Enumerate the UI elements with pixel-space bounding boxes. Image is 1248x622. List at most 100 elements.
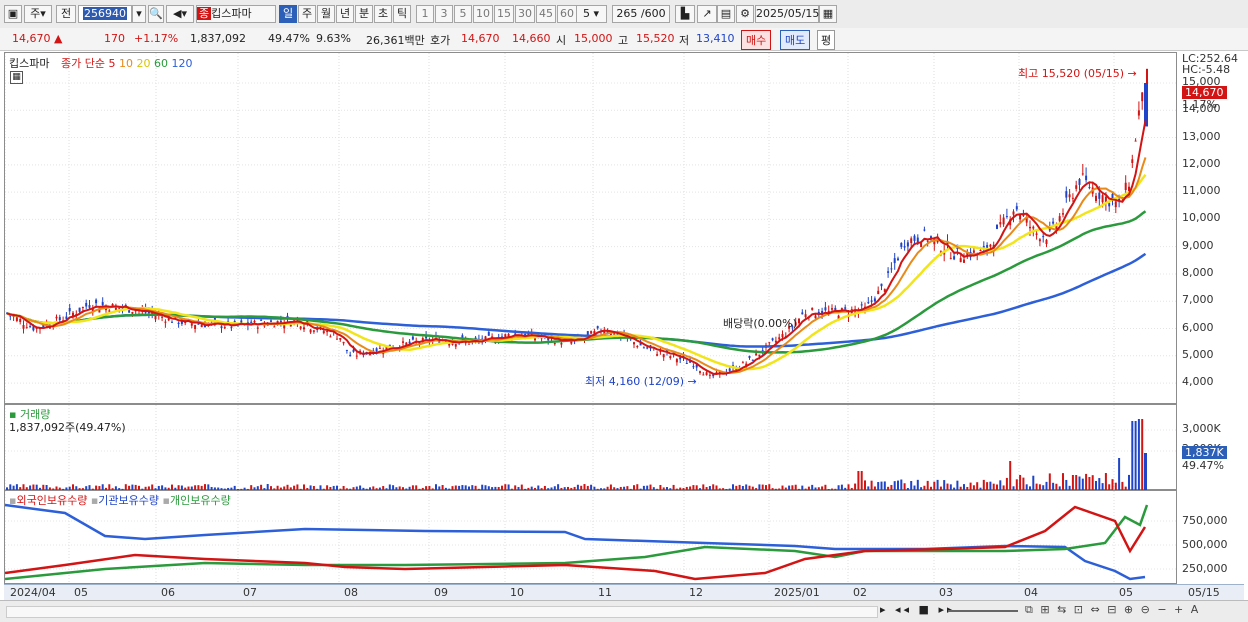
interval-5[interactable]: 5 — [454, 5, 472, 23]
period-3[interactable]: 년 — [336, 5, 354, 23]
interval-45[interactable]: 45 — [536, 5, 556, 23]
candle-body — [1065, 191, 1068, 198]
interval-60[interactable]: 60 — [557, 5, 577, 23]
candle-body — [1068, 194, 1071, 198]
current-volume-pct: 49.47% — [1182, 459, 1224, 472]
chart-type-icon[interactable]: ▙ — [675, 5, 695, 23]
interval-1[interactable]: 1 — [416, 5, 434, 23]
candle-body — [560, 343, 563, 345]
interval-10[interactable]: 10 — [473, 5, 493, 23]
quote-bar: 14,670 ▲ 170 +1.17% 1,837,092 49.47% 9.6… — [0, 28, 1248, 51]
candle-body — [1081, 173, 1084, 175]
candle-body — [164, 321, 167, 323]
chart-tool-icons[interactable]: ⧉ ⊞ ⇆ ⊡ ⇔ ⊟ ⊕ ⊖ − + A — [1025, 603, 1200, 617]
stock-code-input[interactable]: 256940 — [78, 5, 132, 23]
date-field[interactable]: 2025/05/15 — [755, 5, 819, 23]
window-icon[interactable]: ▣ — [4, 5, 22, 23]
count-display[interactable]: 265 /600 — [612, 5, 670, 23]
ma-10: 10 — [118, 57, 133, 70]
volume-panel[interactable]: ▪ 거래량 1,837,092주(49.47%) — [4, 404, 1178, 491]
market-label: 주 — [30, 7, 41, 20]
bid-price: 14,660 — [512, 32, 551, 45]
sound-icon[interactable]: ◀▾ — [166, 5, 194, 23]
volume-bar — [1088, 477, 1091, 491]
candle-body — [804, 314, 807, 318]
candle-body — [728, 368, 731, 371]
interval-30[interactable]: 30 — [515, 5, 535, 23]
holdings-y-axis: 750,000 500,000 250,000 — [1178, 490, 1244, 584]
low-price: 13,410 — [696, 32, 735, 45]
candle-body — [161, 316, 164, 318]
price-tick: 10,000 — [1182, 211, 1221, 225]
candle-body — [910, 238, 913, 243]
zoom-slider[interactable] — [948, 610, 1018, 612]
scroll-track[interactable] — [6, 606, 878, 618]
candle-body — [411, 336, 414, 340]
x-label: 05 — [74, 586, 88, 599]
candle-body — [685, 363, 688, 365]
candle-body — [768, 342, 771, 344]
volume-bar — [1062, 473, 1064, 491]
save-icon[interactable]: ▤ — [717, 5, 735, 23]
price-tick: 9,000 — [1182, 238, 1214, 252]
candle-body — [233, 321, 236, 323]
candle-body — [1095, 195, 1097, 202]
period-5[interactable]: 초 — [374, 5, 392, 23]
table-icon[interactable]: ▦ — [10, 71, 23, 84]
candle-body — [1114, 201, 1117, 208]
candle-body — [926, 240, 929, 242]
period-0[interactable]: 일 — [279, 5, 297, 23]
x-label: 03 — [939, 586, 953, 599]
interval-3[interactable]: 3 — [435, 5, 453, 23]
period-1[interactable]: 주 — [298, 5, 316, 23]
candle-body — [867, 302, 870, 304]
candle-body — [824, 307, 827, 311]
market-select[interactable]: 주▾ — [24, 5, 52, 23]
sell-button[interactable]: 매도 — [780, 30, 811, 50]
legend-foreign: 외국인보유수량 — [16, 494, 88, 507]
period-2[interactable]: 월 — [317, 5, 335, 23]
holding-line — [5, 504, 1149, 581]
candle-body — [963, 259, 965, 263]
candle-body — [1108, 203, 1111, 207]
high-label: 고 — [618, 34, 629, 47]
buy-button[interactable]: 매수 — [741, 30, 772, 50]
stock-code: 256940 — [83, 7, 127, 20]
price-tick: 11,000 — [1182, 184, 1221, 198]
candle-body — [920, 243, 923, 247]
open-label: 시 — [556, 34, 567, 47]
holding-line — [5, 505, 1147, 581]
volume-bar — [1141, 419, 1144, 491]
candle-body — [273, 326, 276, 328]
interval-15[interactable]: 15 — [494, 5, 514, 23]
candle-body — [223, 327, 226, 329]
candle-body — [996, 224, 998, 229]
candle-body — [240, 320, 243, 323]
volume-bar — [1009, 461, 1012, 491]
candle-body — [1045, 239, 1048, 245]
price-panel[interactable]: 킵스파마 종가 단순 5 10 20 60 120 ▦ 최고 15,520 (0… — [4, 52, 1178, 405]
interval-select[interactable]: 5 ▾ — [575, 5, 607, 23]
gear-icon[interactable]: ⚙ — [736, 5, 754, 23]
stock-name-field[interactable]: 종 킵스파마 — [196, 5, 276, 23]
candle-body — [200, 324, 203, 328]
period-4[interactable]: 분 — [355, 5, 373, 23]
scroll-bar[interactable]: ▸ ◂◂ ■ ▸▸ ⧉ ⊞ ⇆ ⊡ ⇔ ⊟ ⊕ ⊖ − + A — [0, 600, 1248, 622]
playback-controls[interactable]: ▸ ◂◂ ■ ▸▸ — [880, 603, 956, 616]
candle-body — [402, 341, 404, 343]
search-icon[interactable]: 🔍 — [148, 5, 164, 23]
price-y-axis: LC:252.64 HC:-5.48 15,000 14,000 13,000 12,… — [1178, 52, 1244, 404]
prev-button[interactable]: 전 — [56, 5, 76, 23]
draw-icon[interactable]: ↗ — [697, 5, 717, 23]
dividend-annotation: 배당락(0.00%) — [723, 317, 797, 330]
code-dropdown-icon[interactable]: ▾ — [132, 5, 146, 23]
price-tick: 7,000 — [1182, 293, 1214, 307]
candle-body — [55, 316, 58, 319]
eval-button[interactable]: 평 — [817, 30, 836, 50]
holdings-panel[interactable]: ▪외국인보유수량 ▪기관보유수량 ▪개인보유수량 — [4, 490, 1178, 585]
calendar-icon[interactable]: ▦ — [819, 5, 837, 23]
period-6[interactable]: 틱 — [393, 5, 411, 23]
candle-body — [1098, 192, 1101, 199]
candle-body — [270, 320, 272, 322]
candle-body — [633, 342, 635, 345]
